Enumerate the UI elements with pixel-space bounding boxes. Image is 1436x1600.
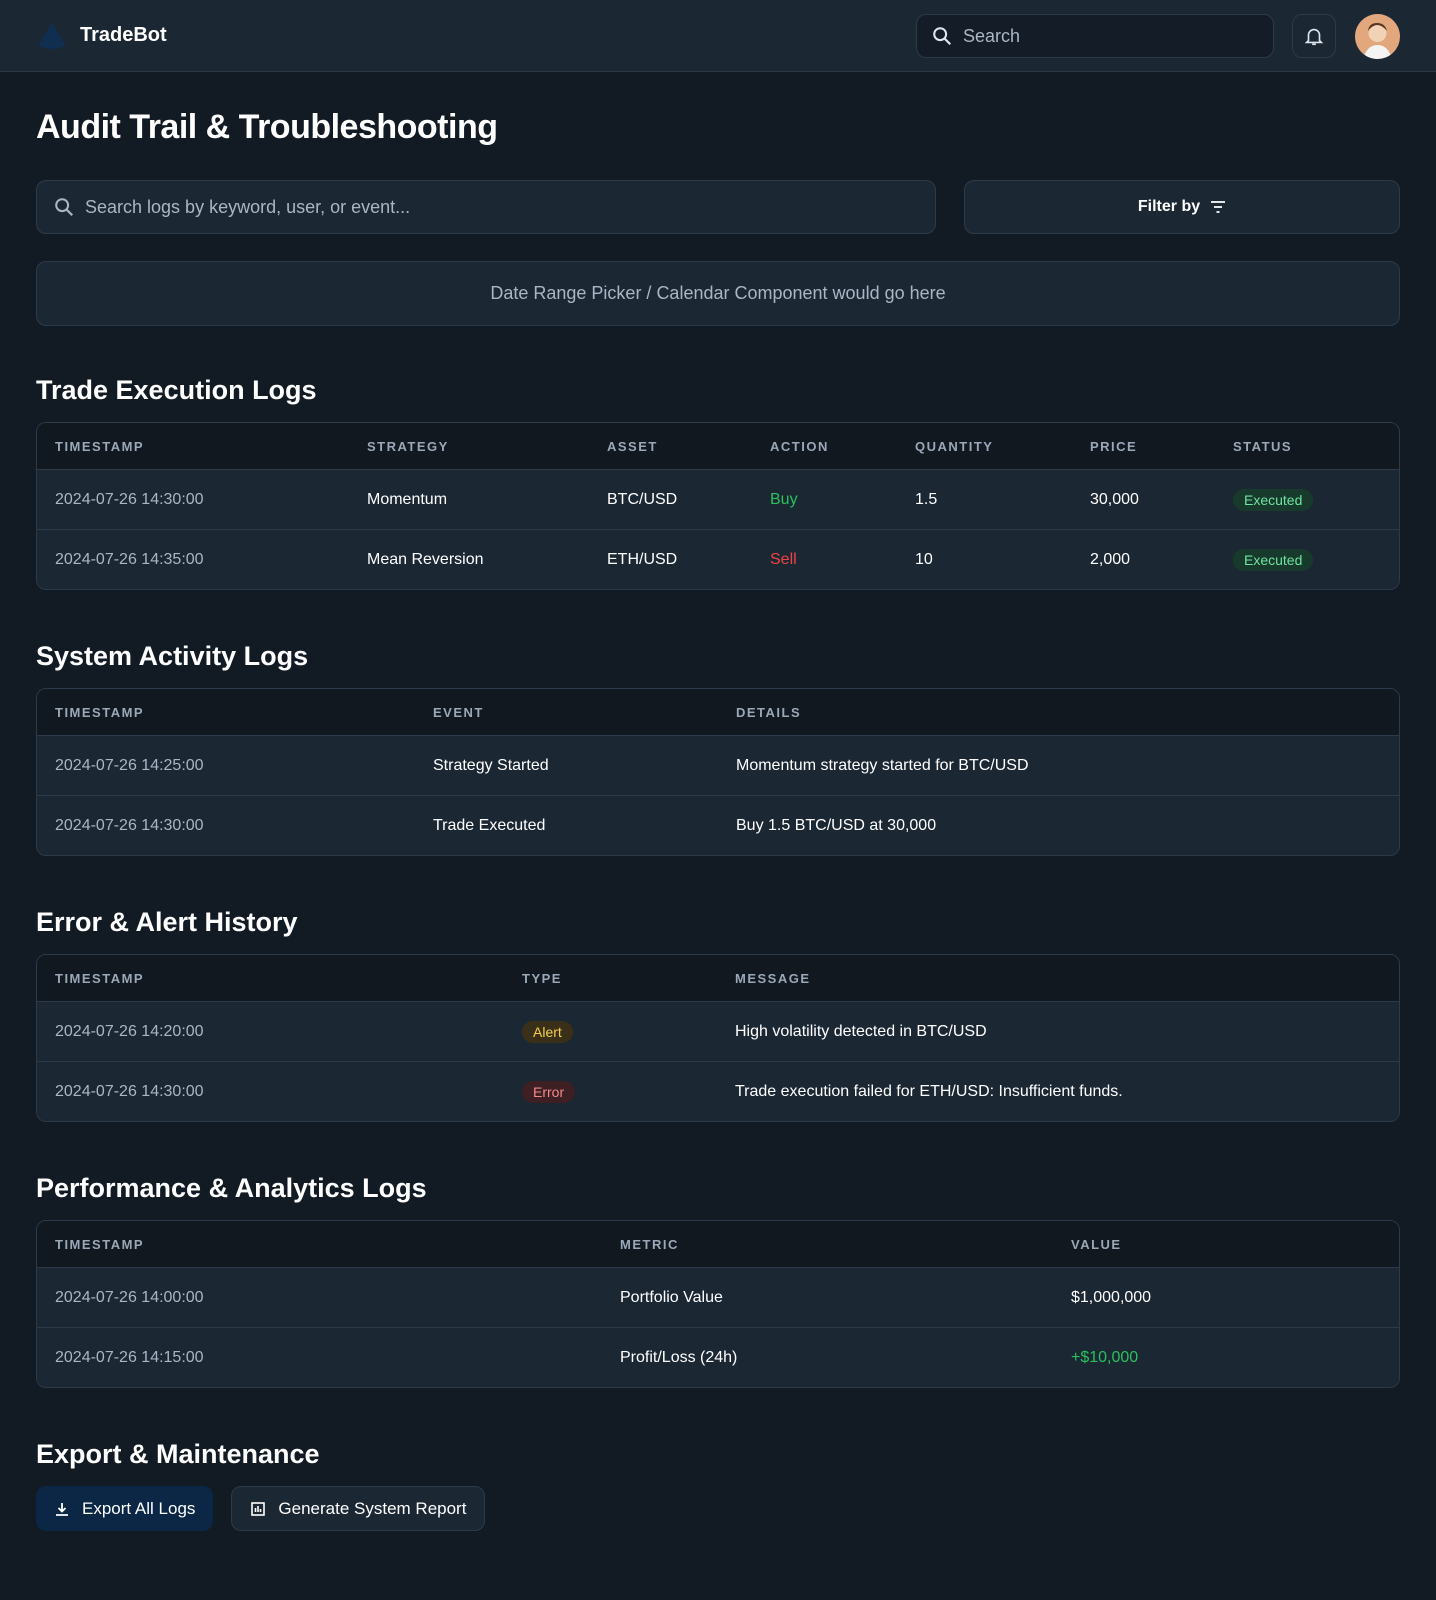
table-header: TIMESTAMP METRIC VALUE <box>37 1221 1399 1267</box>
logo[interactable]: TradeBot <box>36 21 167 51</box>
timestamp: 2024-07-26 14:35:00 <box>55 550 204 568</box>
timestamp: 2024-07-26 14:25:00 <box>55 756 204 774</box>
asset: BTC/USD <box>607 490 678 508</box>
details: Buy 1.5 BTC/USD at 30,000 <box>736 816 937 834</box>
generate-report-button[interactable]: Generate System Report <box>231 1486 486 1531</box>
table-row: 2024-07-26 14:00:00 Portfolio Value $1,000… <box>37 1267 1399 1327</box>
asset: ETH/USD <box>607 550 678 568</box>
export-all-logs-button[interactable]: Export All Logs <box>36 1486 214 1531</box>
search-placeholder: Search <box>963 25 1021 46</box>
event: Strategy Started <box>433 756 549 774</box>
details: Momentum strategy started for BTC/USD <box>736 756 1029 774</box>
column-header: TIMESTAMP <box>55 704 145 720</box>
column-header: STRATEGY <box>367 438 449 454</box>
column-header: DETAILS <box>736 704 802 720</box>
table-row: 2024-07-26 14:30:00 Trade Executed Buy 1.5… <box>37 795 1399 855</box>
section-title: Trade Execution Logs <box>36 374 317 405</box>
trade-execution-table: TIMESTAMP STRATEGY ASSET ACTION QUANTITY PRIC… <box>36 422 1400 590</box>
column-header: VALUE <box>1071 1236 1122 1252</box>
column-header: ACTION <box>770 438 829 454</box>
value: +$10,000 <box>1071 1348 1139 1366</box>
type-badge: Alert <box>522 1020 573 1043</box>
status-badge: Executed <box>1233 548 1314 571</box>
strategy: Momentum <box>367 490 448 508</box>
column-header: ASSET <box>607 438 658 454</box>
button-label: Export All Logs <box>82 1498 196 1518</box>
section-title: Performance & Analytics Logs <box>36 1172 427 1203</box>
quantity: 1.5 <box>915 490 938 508</box>
date-range-picker[interactable]: Date Range Picker / Calendar Component w… <box>36 261 1400 326</box>
strategy: Mean Reversion <box>367 550 484 568</box>
table-header: TIMESTAMP TYPE MESSAGE <box>37 955 1399 1001</box>
column-header: STATUS <box>1233 438 1293 454</box>
column-header: QUANTITY <box>915 438 994 454</box>
column-header: TIMESTAMP <box>55 438 145 454</box>
column-header: TYPE <box>522 970 562 986</box>
table-header: TIMESTAMP STRATEGY ASSET ACTION QUANTITY PRIC… <box>37 423 1399 469</box>
table-header: TIMESTAMP EVENT DETAILS <box>37 689 1399 735</box>
table-row: 2024-07-26 14:35:00 Mean Reversion ETH/USD… <box>37 529 1399 589</box>
column-header: MESSAGE <box>735 970 811 986</box>
app-name: TradeBot <box>80 24 167 46</box>
error-alert-table: TIMESTAMP TYPE MESSAGE 2024-07-26 14:20:00… <box>36 954 1400 1122</box>
action: Sell <box>770 550 797 568</box>
global-search-input[interactable]: Search <box>916 14 1274 58</box>
column-header: PRICE <box>1090 438 1138 454</box>
filter-icon <box>1211 201 1226 213</box>
page-title: Audit Trail & Troubleshooting <box>36 108 498 146</box>
table-row: 2024-07-26 14:30:00 Momentum BTC/USD Buy 1.5… <box>37 469 1399 529</box>
event: Trade Executed <box>433 816 546 834</box>
section-title: Error & Alert History <box>36 906 298 937</box>
column-header: EVENT <box>433 704 484 720</box>
table-row: 2024-07-26 14:20:00 Alert High volatility … <box>37 1001 1399 1061</box>
table-row: 2024-07-26 14:15:00 Profit/Loss (24h) +$10… <box>37 1327 1399 1387</box>
message: High volatility detected in BTC/USD <box>735 1022 987 1040</box>
timestamp: 2024-07-26 14:15:00 <box>55 1348 204 1366</box>
log-search-input[interactable]: Search logs by keyword, user, or event..… <box>36 180 936 234</box>
top-bar: TradeBot Search <box>0 0 1436 72</box>
logo-icon <box>38 22 66 49</box>
value: $1,000,000 <box>1071 1288 1152 1306</box>
search-placeholder: Search logs by keyword, user, or event..… <box>85 196 411 217</box>
timestamp: 2024-07-26 14:30:00 <box>55 1082 204 1100</box>
system-activity-table: TIMESTAMP EVENT DETAILS 2024-07-26 14:25:0… <box>36 688 1400 856</box>
date-range-placeholder: Date Range Picker / Calendar Component w… <box>490 283 946 303</box>
timestamp: 2024-07-26 14:00:00 <box>55 1288 204 1306</box>
column-header: TIMESTAMP <box>55 970 145 986</box>
filter-button[interactable]: Filter by <box>964 180 1400 234</box>
quantity: 10 <box>915 550 933 568</box>
search-icon <box>933 27 952 46</box>
metric: Profit/Loss (24h) <box>620 1348 738 1366</box>
timestamp: 2024-07-26 14:30:00 <box>55 490 204 508</box>
performance-table: TIMESTAMP METRIC VALUE 2024-07-26 14:00:00… <box>36 1220 1400 1388</box>
timestamp: 2024-07-26 14:20:00 <box>55 1022 204 1040</box>
price: 2,000 <box>1090 550 1131 568</box>
bell-icon <box>1304 28 1324 46</box>
table-row: 2024-07-26 14:30:00 Error Trade execution … <box>37 1061 1399 1121</box>
column-header: METRIC <box>620 1236 679 1252</box>
action: Buy <box>770 490 798 508</box>
search-icon <box>55 198 74 217</box>
filter-label: Filter by <box>1137 198 1201 215</box>
message: Trade execution failed for ETH/USD: Insu… <box>735 1082 1123 1100</box>
type-badge: Error <box>522 1080 576 1103</box>
notifications-button[interactable] <box>1292 14 1336 58</box>
table-row: 2024-07-26 14:25:00 Strategy Started Momen… <box>37 735 1399 795</box>
section-title: System Activity Logs <box>36 640 309 671</box>
column-header: TIMESTAMP <box>55 1236 145 1252</box>
button-label: Generate System Report <box>278 1498 467 1518</box>
download-icon <box>56 1502 68 1516</box>
metric: Portfolio Value <box>620 1288 723 1306</box>
user-avatar[interactable] <box>1355 14 1400 59</box>
section-title: Export & Maintenance <box>36 1438 320 1469</box>
chart-icon <box>251 1501 266 1516</box>
status-badge: Executed <box>1233 488 1314 511</box>
timestamp: 2024-07-26 14:30:00 <box>55 816 204 834</box>
price: 30,000 <box>1090 490 1139 508</box>
